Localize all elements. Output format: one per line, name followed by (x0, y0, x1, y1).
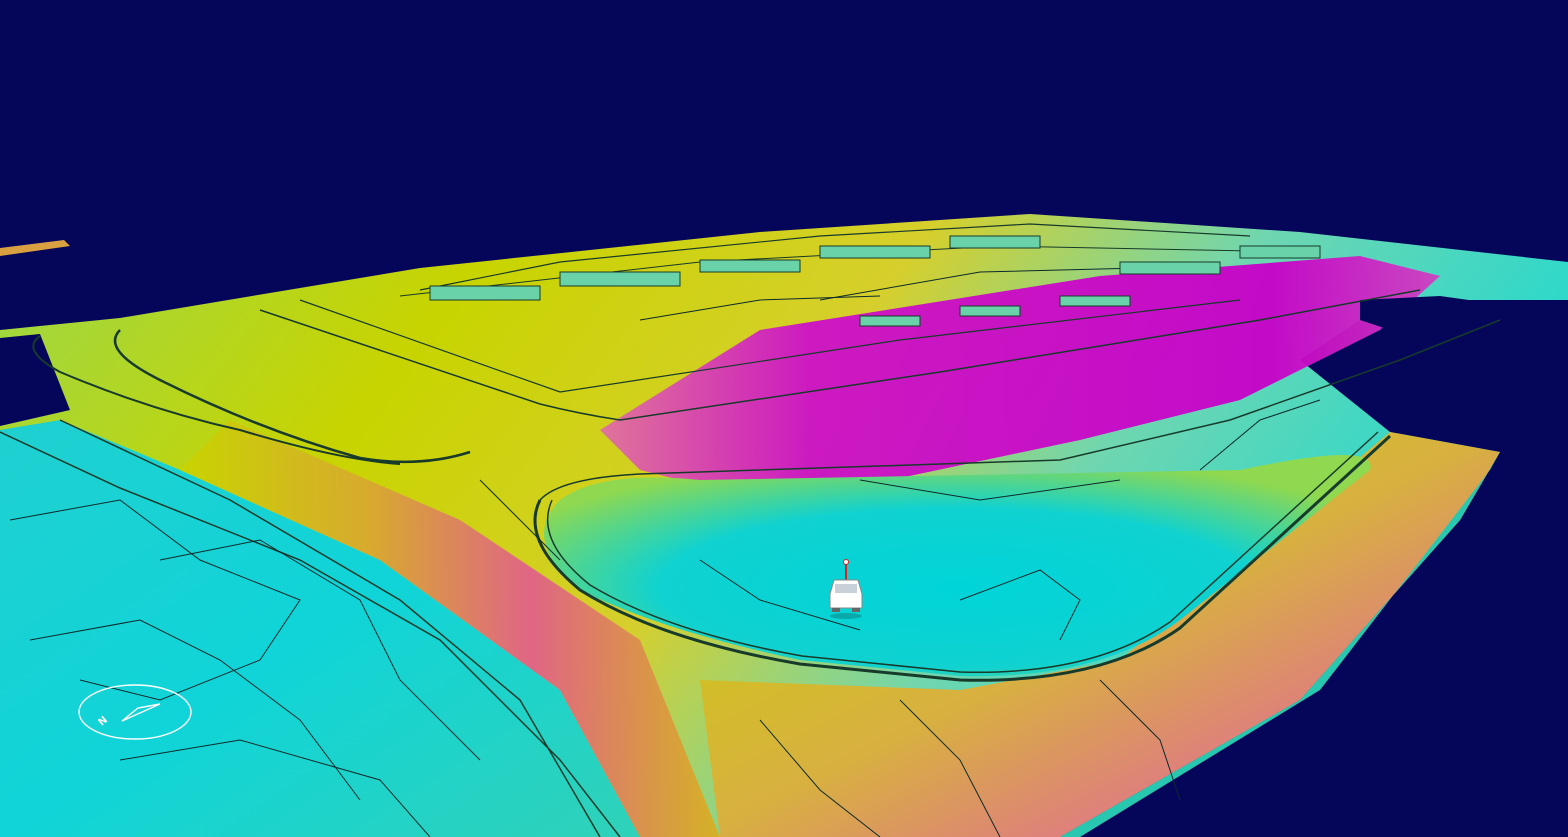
car-icon[interactable] (826, 558, 866, 620)
map-3d-viewport[interactable]: N (0, 0, 1568, 837)
compass-icon[interactable] (76, 682, 194, 742)
terrain-surface[interactable] (0, 0, 1568, 837)
terrain-void (1360, 296, 1540, 340)
distant-terrain-strip (0, 240, 70, 256)
